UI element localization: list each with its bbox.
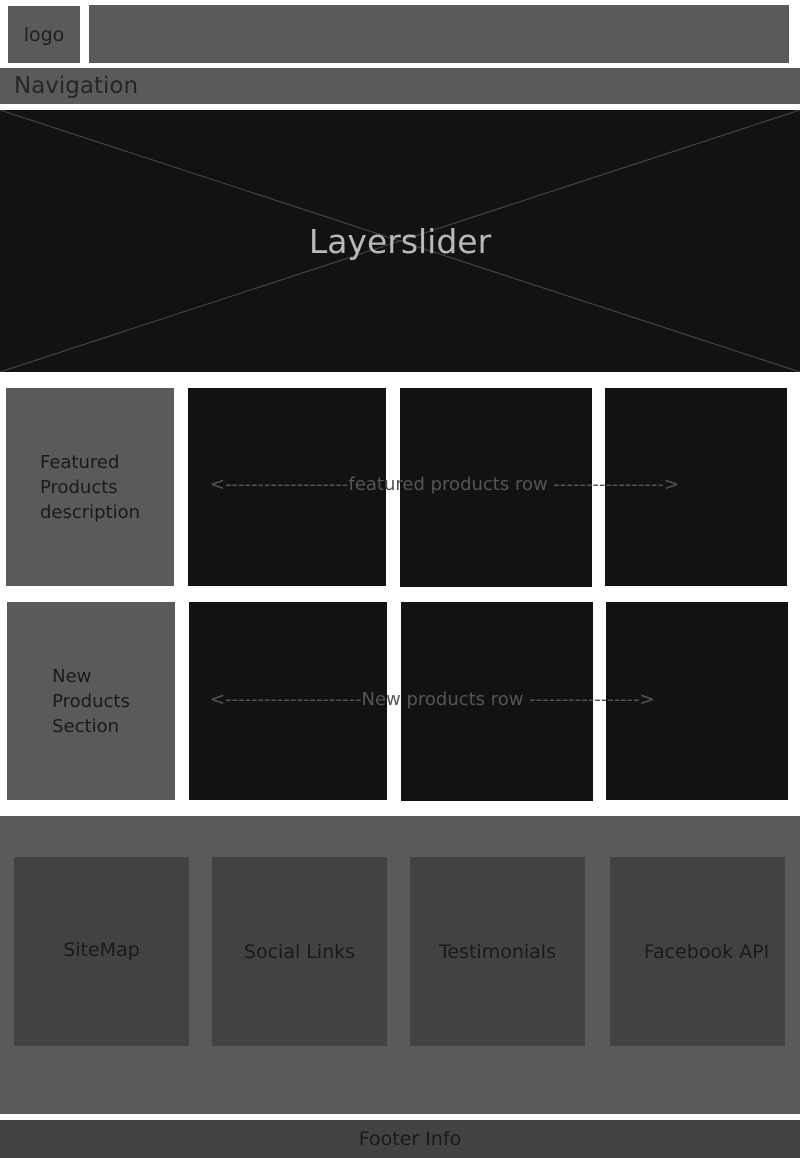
footer-testimonials[interactable]: Testimonials [410,857,585,1046]
featured-products-description: Featured Products description [6,388,174,586]
header-banner [89,5,789,63]
featured-desc-line: Products [39,476,118,498]
new-product-card[interactable] [606,602,788,800]
new-product-card[interactable] [401,602,593,801]
footer-info-label: Footer Info [358,1128,462,1150]
featured-product-card[interactable] [605,388,787,586]
new-products-desc-line: New [52,665,92,687]
navigation-bar[interactable]: Navigation [0,68,800,104]
new-products-desc-line: Section [52,715,120,737]
featured-product-card[interactable] [400,388,592,587]
footer-sitemap[interactable]: SiteMap [14,857,189,1046]
footer-column-label: Social Links [243,940,356,963]
featured-product-card[interactable] [188,388,386,586]
footer-column-label: Testimonials [439,940,556,963]
footer-social-links[interactable]: Social Links [212,857,387,1046]
footer-facebook-api[interactable]: Facebook API [610,857,785,1046]
new-product-card[interactable] [189,602,387,800]
layerslider-label: Layerslider [308,221,492,261]
layerslider-placeholder[interactable]: Layerslider [0,110,800,372]
navigation-label: Navigation [14,73,139,99]
new-products-section: New Products Section [7,602,175,800]
new-products-desc-line: Products [52,690,130,712]
logo-placeholder[interactable]: logo [8,6,80,63]
footer-column-label: Facebook API [643,940,770,963]
logo-label: logo [23,23,65,46]
footer-column-label: SiteMap [63,938,140,961]
featured-desc-line: description [39,501,141,523]
featured-desc-line: Featured [39,451,120,473]
footer-info-bar: Footer Info [0,1120,800,1158]
